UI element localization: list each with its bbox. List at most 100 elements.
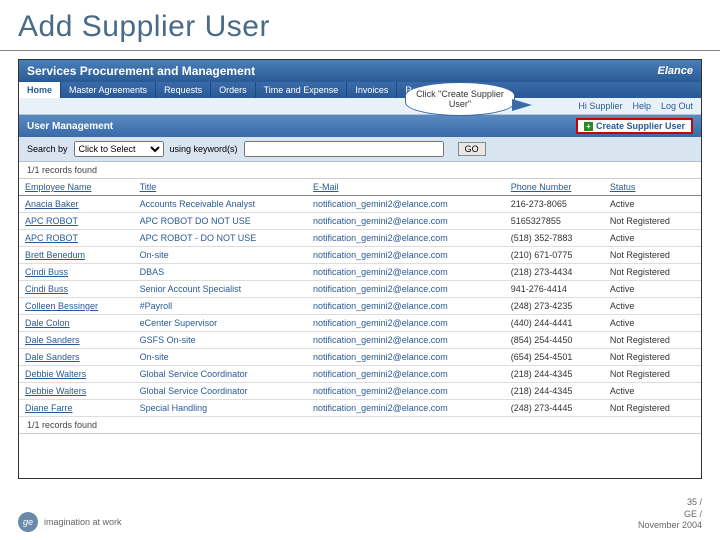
create-btn-label: Create Supplier User: [596, 121, 685, 131]
table-row: Cindi BussSenior Account Specialistnotif…: [19, 281, 701, 298]
go-button[interactable]: GO: [458, 142, 486, 156]
ge-monogram-icon: ge: [18, 512, 38, 532]
callout-bubble: Click "Create Supplier User": [405, 82, 515, 116]
user-role: Hi Supplier: [578, 101, 622, 111]
cell[interactable]: Dale Colon: [19, 315, 134, 332]
cell: Not Registered: [604, 264, 701, 281]
tab-time-and-expense[interactable]: Time and Expense: [256, 82, 348, 98]
tab-invoices[interactable]: Invoices: [347, 82, 397, 98]
cell: (440) 244-4441: [505, 315, 604, 332]
cell: notification_gemini2@elance.com: [307, 247, 505, 264]
slide-title: Add Supplier User: [0, 0, 720, 51]
cell: notification_gemini2@elance.com: [307, 298, 505, 315]
help-link[interactable]: Help: [632, 101, 651, 111]
cell: Active: [604, 281, 701, 298]
menubar: HomeMaster AgreementsRequestsOrdersTime …: [19, 82, 701, 98]
cell: 5165327855: [505, 213, 604, 230]
titlebar: Services Procurement and Management Elan…: [19, 60, 701, 82]
company: GE /: [638, 509, 702, 521]
cell: notification_gemini2@elance.com: [307, 366, 505, 383]
col-header[interactable]: Title: [134, 179, 307, 196]
cell: Not Registered: [604, 366, 701, 383]
cell: notification_gemini2@elance.com: [307, 281, 505, 298]
cell: notification_gemini2@elance.com: [307, 230, 505, 247]
cell: 941-276-4414: [505, 281, 604, 298]
search-input[interactable]: [244, 141, 444, 157]
table-row: Dale ColoneCenter Supervisornotification…: [19, 315, 701, 332]
cell: Special Handling: [134, 400, 307, 417]
table-row: Debbie WaltersGlobal Service Coordinator…: [19, 383, 701, 400]
cell: APC ROBOT DO NOT USE: [134, 213, 307, 230]
cell: notification_gemini2@elance.com: [307, 213, 505, 230]
app-title: Services Procurement and Management: [27, 64, 255, 78]
cell: notification_gemini2@elance.com: [307, 332, 505, 349]
cell[interactable]: Brett Benedum: [19, 247, 134, 264]
cell: notification_gemini2@elance.com: [307, 400, 505, 417]
panel-title: User Management: [27, 121, 113, 132]
table-row: APC ROBOTAPC ROBOT DO NOT USEnotificatio…: [19, 213, 701, 230]
cell: notification_gemini2@elance.com: [307, 383, 505, 400]
cell: Senior Account Specialist: [134, 281, 307, 298]
cell[interactable]: Dale Sanders: [19, 349, 134, 366]
col-header[interactable]: E-Mail: [307, 179, 505, 196]
tab-home[interactable]: Home: [19, 82, 61, 98]
cell: Active: [604, 196, 701, 213]
app-window: Services Procurement and Management Elan…: [18, 59, 702, 479]
cell: notification_gemini2@elance.com: [307, 264, 505, 281]
panel-header: User Management + Create Supplier User: [19, 115, 701, 137]
cell: notification_gemini2@elance.com: [307, 315, 505, 332]
table-row: Brett BenedumOn-sitenotification_gemini2…: [19, 247, 701, 264]
search-hint: using keyword(s): [170, 144, 238, 154]
table-row: Diane FarreSpecial Handlingnotification_…: [19, 400, 701, 417]
table-row: Dale SandersGSFS On-sitenotification_gem…: [19, 332, 701, 349]
page-number: 35 /: [638, 497, 702, 509]
subnav: Hi Supplier Help Log Out: [19, 98, 701, 115]
cell: Active: [604, 383, 701, 400]
col-header[interactable]: Employee Name: [19, 179, 134, 196]
cell: Global Service Coordinator: [134, 383, 307, 400]
cell: Active: [604, 230, 701, 247]
cell[interactable]: APC ROBOT: [19, 230, 134, 247]
table-row: Dale SandersOn-sitenotification_gemini2@…: [19, 349, 701, 366]
tab-requests[interactable]: Requests: [156, 82, 211, 98]
cell: Global Service Coordinator: [134, 366, 307, 383]
cell: (210) 671-0775: [505, 247, 604, 264]
tab-orders[interactable]: Orders: [211, 82, 256, 98]
cell: (654) 254-4501: [505, 349, 604, 366]
cell: (218) 244-4345: [505, 366, 604, 383]
cell: Active: [604, 298, 701, 315]
cell: Not Registered: [604, 247, 701, 264]
plus-icon: +: [584, 122, 593, 131]
col-header[interactable]: Status: [604, 179, 701, 196]
cell: (248) 273-4235: [505, 298, 604, 315]
cell: (518) 352-7883: [505, 230, 604, 247]
cell[interactable]: Cindi Buss: [19, 264, 134, 281]
cell[interactable]: Dale Sanders: [19, 332, 134, 349]
footer-meta: 35 / GE / November 2004: [638, 497, 702, 532]
cell: Not Registered: [604, 349, 701, 366]
table-row: Anacia BakerAccounts Receivable Analystn…: [19, 196, 701, 213]
col-header[interactable]: Phone Number: [505, 179, 604, 196]
cell[interactable]: Colleen Bessinger: [19, 298, 134, 315]
footer: ge imagination at work 35 / GE / Novembe…: [18, 497, 702, 532]
date: November 2004: [638, 520, 702, 532]
cell[interactable]: Diane Farre: [19, 400, 134, 417]
cell: On-site: [134, 247, 307, 264]
cell[interactable]: APC ROBOT: [19, 213, 134, 230]
cell: (218) 273-4434: [505, 264, 604, 281]
cell[interactable]: Debbie Walters: [19, 383, 134, 400]
search-bar: Search by Click to Select using keyword(…: [19, 137, 701, 162]
brand-logo: Elance: [658, 65, 693, 77]
cell: Not Registered: [604, 332, 701, 349]
cell[interactable]: Cindi Buss: [19, 281, 134, 298]
create-supplier-user-button[interactable]: + Create Supplier User: [576, 118, 693, 134]
cell: Accounts Receivable Analyst: [134, 196, 307, 213]
logout-link[interactable]: Log Out: [661, 101, 693, 111]
cell[interactable]: Debbie Walters: [19, 366, 134, 383]
cell[interactable]: Anacia Baker: [19, 196, 134, 213]
cell: (218) 244-4345: [505, 383, 604, 400]
cell: notification_gemini2@elance.com: [307, 196, 505, 213]
cell: APC ROBOT - DO NOT USE: [134, 230, 307, 247]
tab-master-agreements[interactable]: Master Agreements: [61, 82, 156, 98]
search-select[interactable]: Click to Select: [74, 141, 164, 157]
